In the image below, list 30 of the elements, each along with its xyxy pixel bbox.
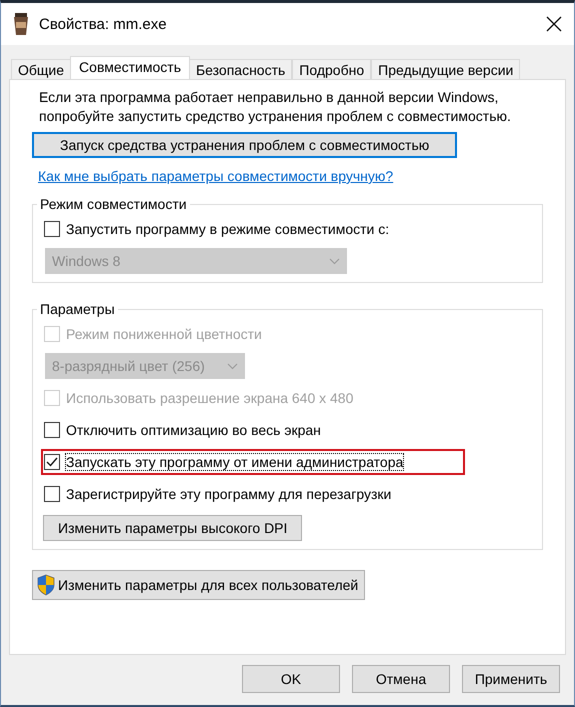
checkbox[interactable] [44,221,60,237]
all-users-button[interactable]: Изменить параметры для всех пользователей [32,570,366,600]
checkbox-label[interactable]: Отключить оптимизацию во весь экран [66,422,321,438]
intro-text: Если эта программа работает неправильно в данной версии Windows, попробуйте запустить средство устранения проблем с совместимостью. [39,88,512,126]
tab[interactable]: Подробно [292,59,372,79]
dpi-button[interactable]: Изменить параметры высокого DPI [43,515,302,541]
group-title: Параметры [39,301,116,317]
checkbox[interactable] [44,422,60,438]
check-icon [46,457,58,467]
dialog-button[interactable]: OK [242,665,340,693]
checkbox-label[interactable]: Запускать эту программу от имени администратора [66,454,404,470]
tab[interactable]: Предыдущие версии [371,59,520,79]
tab[interactable]: Совместимость [70,56,190,79]
close-icon[interactable] [546,16,562,32]
checkbox[interactable] [44,486,60,502]
chevron-icon [227,362,238,370]
group-title: Режим совместимости [39,196,188,212]
chevron-icon [329,258,340,264]
help-link[interactable]: Как мне выбрать параметры совместимости вручную? [38,168,394,184]
troubleshoot-button[interactable]: Запуск средства устранения проблем с совместимостью [32,132,458,158]
tab[interactable]: Безопасность [188,59,292,79]
shield-icon [36,574,56,596]
window-title: Свойства: mm.exe [39,16,168,32]
checkbox-label[interactable]: Зарегистрируйте эту программу для перезагрузки [66,486,392,502]
dialog-button[interactable]: Применить [462,665,560,693]
dialog-button[interactable]: Отмена [352,665,450,693]
cup-icon [13,13,29,35]
checkbox[interactable] [44,454,60,470]
checkbox-label[interactable]: Запустить программу в режиме совместимости с: [66,221,390,237]
tab[interactable]: Общие [11,59,72,79]
